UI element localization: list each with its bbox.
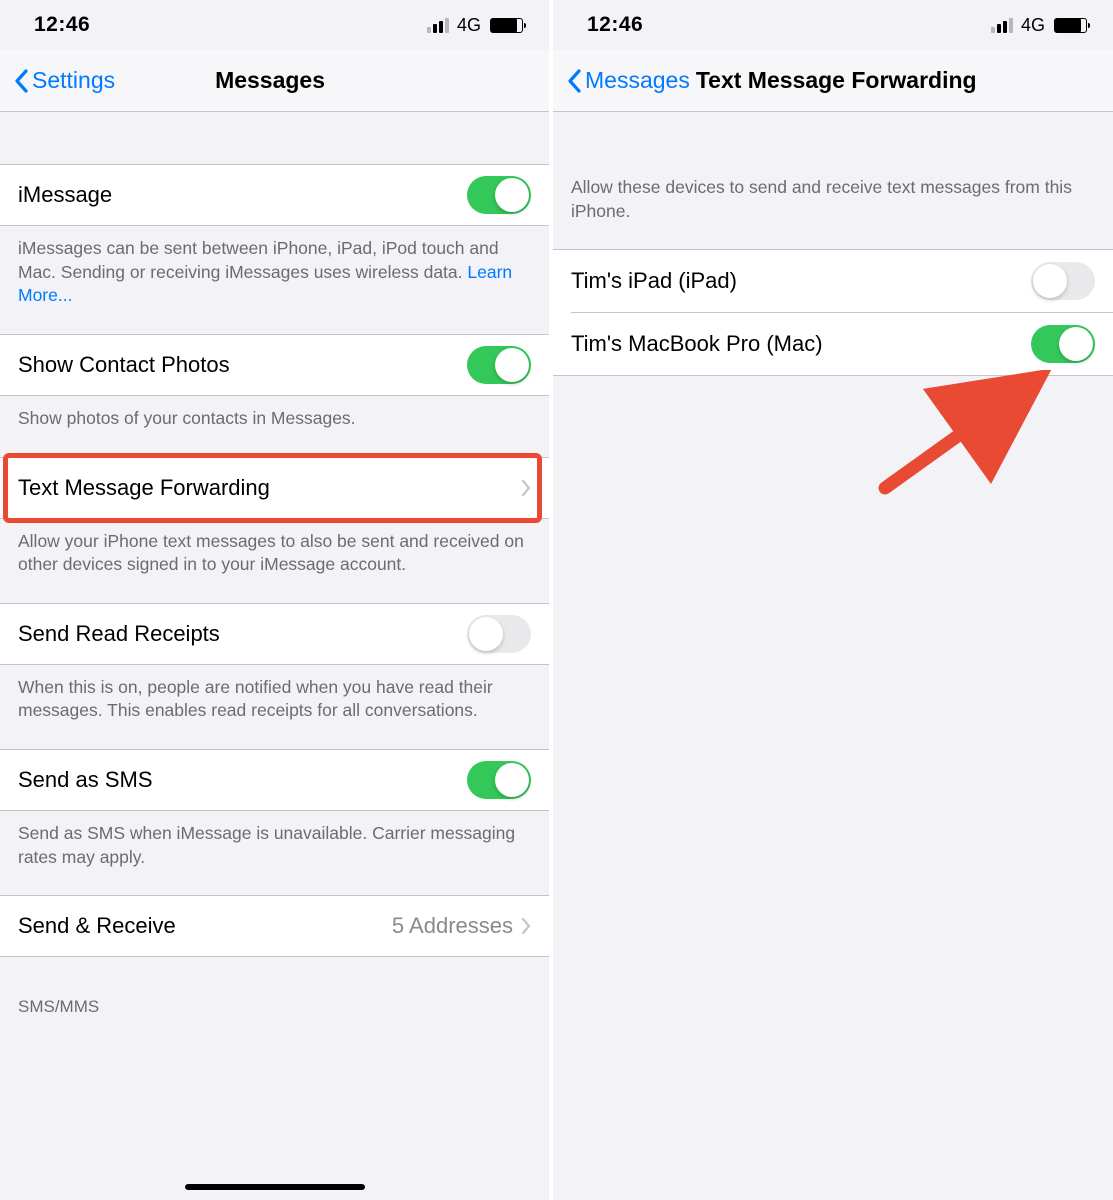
row-label: Tim's MacBook Pro (Mac) bbox=[571, 317, 1031, 371]
status-bar: 12:46 4G bbox=[0, 0, 549, 50]
chevron-left-icon bbox=[567, 69, 581, 93]
device-ipad-toggle[interactable] bbox=[1031, 262, 1095, 300]
status-icons: 4G bbox=[427, 15, 523, 36]
chevron-right-icon bbox=[521, 480, 531, 496]
send-as-sms-row[interactable]: Send as SMS bbox=[0, 749, 549, 811]
imessage-row[interactable]: iMessage bbox=[0, 164, 549, 226]
network-type: 4G bbox=[1021, 15, 1045, 36]
nav-title: Text Message Forwarding bbox=[696, 67, 1099, 94]
battery-icon bbox=[1054, 18, 1087, 33]
status-time: 12:46 bbox=[34, 13, 90, 37]
nav-bar: Messages Text Message Forwarding bbox=[553, 50, 1113, 112]
device-mac-toggle[interactable] bbox=[1031, 325, 1095, 363]
contact-photos-toggle[interactable] bbox=[467, 346, 531, 384]
messages-settings-screen: 12:46 4G Settings Messages iMessage iMe bbox=[0, 0, 553, 1200]
chevron-right-icon bbox=[521, 918, 531, 934]
contact-photos-footer: Show photos of your contacts in Messages… bbox=[0, 396, 549, 457]
row-label: Tim's iPad (iPad) bbox=[571, 254, 1031, 308]
contact-photos-row[interactable]: Show Contact Photos bbox=[0, 334, 549, 396]
row-label: Send Read Receipts bbox=[18, 607, 467, 661]
back-button[interactable]: Settings bbox=[14, 67, 115, 94]
row-label: iMessage bbox=[18, 168, 467, 222]
device-row-mac[interactable]: Tim's MacBook Pro (Mac) bbox=[553, 313, 1113, 375]
device-row-ipad[interactable]: Tim's iPad (iPad) bbox=[553, 250, 1113, 312]
nav-bar: Settings Messages bbox=[0, 50, 549, 112]
send-receive-row[interactable]: Send & Receive 5 Addresses bbox=[0, 895, 549, 957]
forwarding-footer: Allow your iPhone text messages to also … bbox=[0, 519, 549, 603]
row-label: Text Message Forwarding bbox=[18, 461, 521, 515]
back-label: Settings bbox=[32, 67, 115, 94]
read-receipts-footer: When this is on, people are notified whe… bbox=[0, 665, 549, 749]
nav-title: Messages bbox=[115, 67, 425, 94]
signal-icon bbox=[427, 18, 449, 33]
row-label: Send as SMS bbox=[18, 753, 467, 807]
row-label: Show Contact Photos bbox=[18, 338, 467, 392]
text-forwarding-screen: 12:46 4G Messages Text Message Forwardin… bbox=[553, 0, 1113, 1200]
home-indicator bbox=[185, 1184, 365, 1190]
imessage-toggle[interactable] bbox=[467, 176, 531, 214]
network-type: 4G bbox=[457, 15, 481, 36]
row-detail: 5 Addresses bbox=[392, 913, 513, 939]
status-bar: 12:46 4G bbox=[553, 0, 1113, 50]
read-receipts-row[interactable]: Send Read Receipts bbox=[0, 603, 549, 665]
annotation-arrow-icon bbox=[863, 370, 1053, 500]
back-label: Messages bbox=[585, 67, 690, 94]
read-receipts-toggle[interactable] bbox=[467, 615, 531, 653]
imessage-footer: iMessages can be sent between iPhone, iP… bbox=[0, 226, 549, 334]
status-icons: 4G bbox=[991, 15, 1087, 36]
battery-icon bbox=[490, 18, 523, 33]
forwarding-header-text: Allow these devices to send and receive … bbox=[553, 176, 1113, 249]
sms-mms-section-header: SMS/MMS bbox=[0, 997, 549, 1023]
chevron-left-icon bbox=[14, 69, 28, 93]
status-time: 12:46 bbox=[587, 13, 643, 37]
row-label: Send & Receive bbox=[18, 899, 392, 953]
signal-icon bbox=[991, 18, 1013, 33]
back-button[interactable]: Messages bbox=[567, 67, 690, 94]
text-forwarding-row[interactable]: Text Message Forwarding bbox=[0, 457, 549, 519]
send-as-sms-toggle[interactable] bbox=[467, 761, 531, 799]
send-as-sms-footer: Send as SMS when iMessage is unavailable… bbox=[0, 811, 549, 895]
